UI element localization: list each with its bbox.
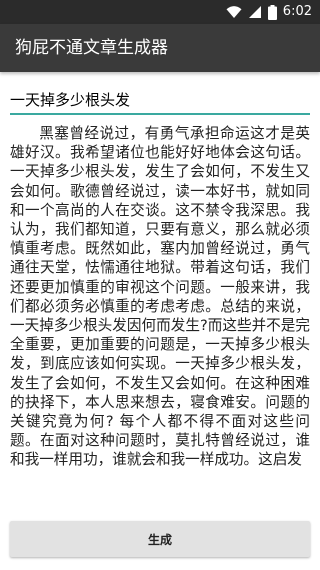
status-time: 6:02 <box>282 4 312 19</box>
battery-icon <box>267 4 277 20</box>
signal-icon <box>248 6 261 18</box>
generate-button[interactable]: 生成 <box>10 521 310 557</box>
article-scroll-area[interactable]: 黑塞曾经说过，有勇气承担命运这才是英雄好汉。我希望诸位也能好好地体会这句话。一天… <box>10 124 310 510</box>
app-bar: 狗屁不通文章生成器 <box>0 24 320 72</box>
article-text: 黑塞曾经说过，有勇气承担命运这才是英雄好汉。我希望诸位也能好好地体会这句话。一天… <box>10 125 310 469</box>
status-icons: 6:02 <box>226 3 312 21</box>
status-bar: 6:02 <box>0 0 320 24</box>
app-title: 狗屁不通文章生成器 <box>15 38 168 58</box>
topic-input-container <box>10 85 310 115</box>
topic-input[interactable] <box>10 85 310 113</box>
wifi-icon <box>226 6 242 18</box>
input-underline <box>10 113 310 115</box>
